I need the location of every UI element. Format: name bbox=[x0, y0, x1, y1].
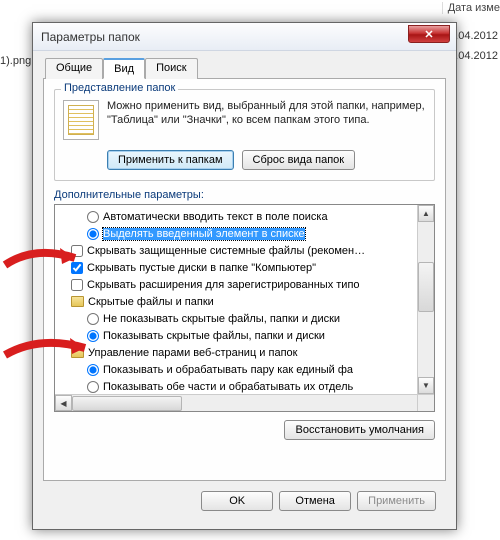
tab-search[interactable]: Поиск bbox=[145, 58, 197, 79]
advanced-settings-tree[interactable]: Автоматически вводить текст в поле поиск… bbox=[54, 204, 435, 412]
hscroll-thumb[interactable] bbox=[72, 396, 182, 411]
restore-defaults-button[interactable]: Восстановить умолчания bbox=[284, 420, 435, 440]
dialog-buttons: OK Отмена Применить bbox=[43, 481, 446, 511]
check-hide-protected[interactable] bbox=[71, 245, 83, 257]
vertical-scrollbar[interactable]: ▲ ▼ bbox=[417, 205, 434, 394]
hscroll-track[interactable] bbox=[72, 395, 417, 411]
scroll-corner bbox=[417, 394, 434, 411]
radio-dont-show-hidden[interactable] bbox=[87, 313, 99, 325]
opt-hide-protected[interactable]: Скрывать защищенные системные файлы (рек… bbox=[55, 242, 434, 259]
dialog-title: Параметры папок bbox=[41, 30, 140, 44]
group-web-pairs[interactable]: Управление парами веб-страниц и папок bbox=[55, 344, 434, 361]
reset-folders-button[interactable]: Сброс вида папок bbox=[242, 150, 356, 170]
bg-column-header: Дата изме bbox=[442, 2, 500, 14]
scroll-up-button[interactable]: ▲ bbox=[418, 205, 434, 222]
folder-views-group-title: Представление папок bbox=[61, 82, 178, 94]
radio-pair-single[interactable] bbox=[87, 364, 99, 376]
radio-pair-both[interactable] bbox=[87, 381, 99, 393]
tab-page-view: Представление папок Можно применить вид,… bbox=[43, 79, 446, 481]
group-hidden-files-label: Скрытые файлы и папки bbox=[88, 296, 214, 308]
group-hidden-files[interactable]: Скрытые файлы и папки bbox=[55, 293, 434, 310]
advanced-settings-rows: Автоматически вводить текст в поле поиск… bbox=[55, 205, 434, 395]
opt-pair-both[interactable]: Показывать обе части и обрабатывать их о… bbox=[55, 378, 434, 395]
horizontal-scrollbar[interactable]: ◀ ▶ bbox=[55, 394, 434, 411]
tab-view-label: Вид bbox=[114, 63, 134, 75]
opt-pair-single[interactable]: Показывать и обрабатывать пару как едины… bbox=[55, 361, 434, 378]
opt-hide-extensions-label: Скрывать расширения для зарегистрированн… bbox=[87, 279, 360, 291]
folder-icon bbox=[71, 347, 84, 358]
scroll-down-button[interactable]: ▼ bbox=[418, 377, 434, 394]
cancel-button[interactable]: Отмена bbox=[279, 491, 351, 511]
vscroll-thumb[interactable] bbox=[418, 262, 434, 312]
opt-dont-show-hidden[interactable]: Не показывать скрытые файлы, папки и дис… bbox=[55, 310, 434, 327]
opt-hide-empty-drives[interactable]: Скрывать пустые диски в папке "Компьютер… bbox=[55, 259, 434, 276]
tab-view[interactable]: Вид bbox=[103, 58, 145, 79]
scroll-left-button[interactable]: ◀ bbox=[55, 395, 72, 411]
opt-hide-protected-label: Скрывать защищенные системные файлы (рек… bbox=[87, 245, 365, 257]
bg-file-name: 1).png bbox=[0, 55, 31, 67]
titlebar[interactable]: Параметры папок ✕ bbox=[33, 23, 456, 51]
apply-to-folders-button[interactable]: Применить к папкам bbox=[107, 150, 234, 170]
opt-select-typed[interactable]: Выделять введенный элемент в списке bbox=[55, 225, 434, 242]
folder-options-dialog: Параметры папок ✕ Общие Вид Поиск Предст… bbox=[32, 22, 457, 530]
close-icon: ✕ bbox=[424, 28, 433, 41]
folder-icon bbox=[71, 296, 84, 307]
tab-general-label: Общие bbox=[56, 62, 92, 74]
opt-show-hidden-label: Показывать скрытые файлы, папки и диски bbox=[103, 330, 325, 342]
advanced-settings-label: Дополнительные параметры: bbox=[54, 189, 435, 201]
folder-views-text: Можно применить вид, выбранный для этой … bbox=[107, 100, 426, 140]
opt-hide-empty-drives-label: Скрывать пустые диски в папке "Компьютер… bbox=[87, 262, 316, 274]
opt-show-hidden[interactable]: Показывать скрытые файлы, папки и диски bbox=[55, 327, 434, 344]
opt-auto-type-label: Автоматически вводить текст в поле поиск… bbox=[103, 211, 328, 223]
opt-auto-type[interactable]: Автоматически вводить текст в поле поиск… bbox=[55, 208, 434, 225]
tab-strip: Общие Вид Поиск bbox=[43, 57, 446, 79]
ok-button[interactable]: OK bbox=[201, 491, 273, 511]
radio-select-typed[interactable] bbox=[87, 228, 99, 240]
close-button[interactable]: ✕ bbox=[408, 25, 450, 43]
radio-auto-type[interactable] bbox=[87, 211, 99, 223]
folder-preview-icon bbox=[63, 100, 99, 140]
apply-button[interactable]: Применить bbox=[357, 491, 436, 511]
tab-general[interactable]: Общие bbox=[45, 58, 103, 79]
opt-pair-single-label: Показывать и обрабатывать пару как едины… bbox=[103, 364, 353, 376]
opt-pair-both-label: Показывать обе части и обрабатывать их о… bbox=[103, 381, 353, 393]
opt-dont-show-hidden-label: Не показывать скрытые файлы, папки и дис… bbox=[103, 313, 340, 325]
check-hide-extensions[interactable] bbox=[71, 279, 83, 291]
folder-views-group: Представление папок Можно применить вид,… bbox=[54, 89, 435, 181]
group-web-pairs-label: Управление парами веб-страниц и папок bbox=[88, 347, 297, 359]
radio-show-hidden[interactable] bbox=[87, 330, 99, 342]
check-hide-empty-drives[interactable] bbox=[71, 262, 83, 274]
dialog-body: Общие Вид Поиск Представление папок Можн… bbox=[33, 51, 456, 521]
tab-search-label: Поиск bbox=[156, 62, 186, 74]
opt-hide-extensions[interactable]: Скрывать расширения для зарегистрированн… bbox=[55, 276, 434, 293]
opt-select-typed-label: Выделять введенный элемент в списке bbox=[103, 228, 305, 240]
